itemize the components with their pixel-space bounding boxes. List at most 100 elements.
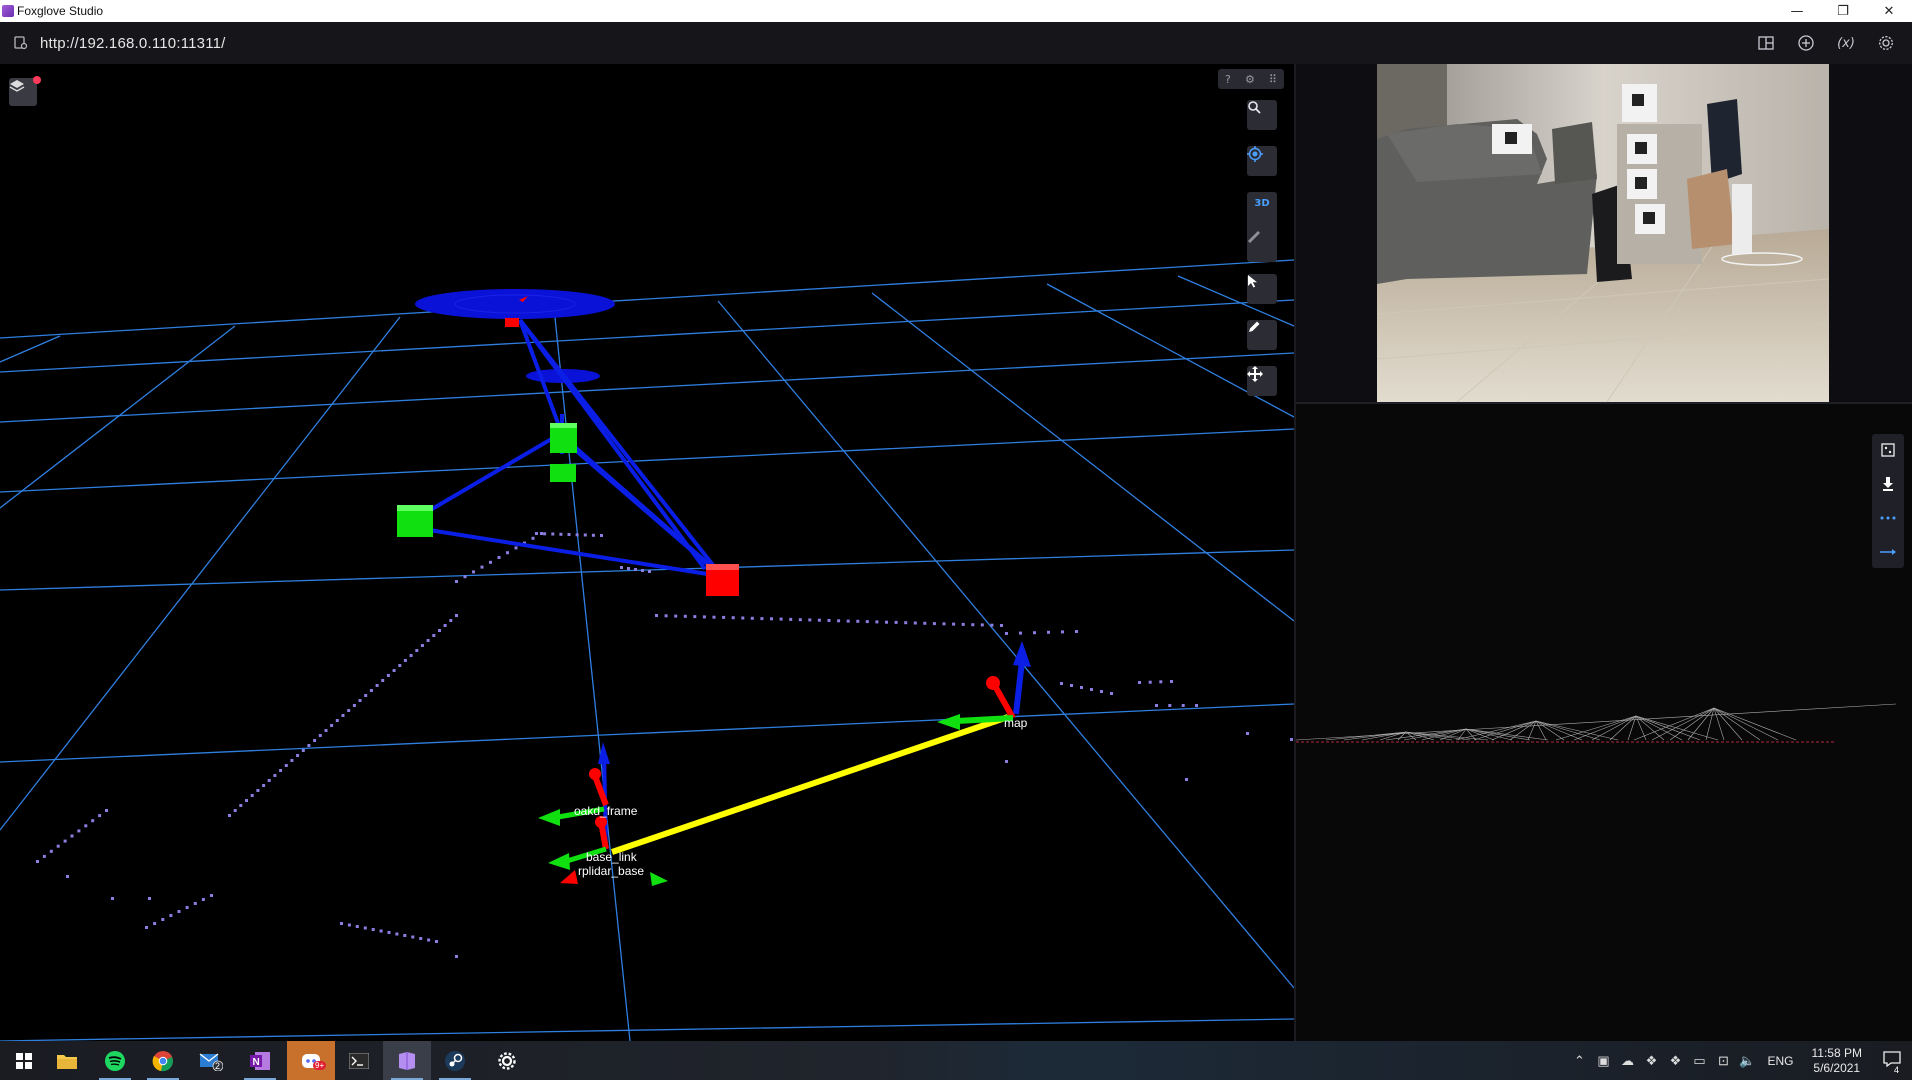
help-icon[interactable]: ?	[1225, 73, 1231, 86]
3d-scene[interactable]	[0, 64, 1294, 1041]
lidar-point	[770, 617, 773, 621]
discord-icon[interactable]: 9+	[287, 1041, 335, 1080]
connection-url[interactable]: http://192.168.0.110:11311/	[40, 35, 226, 52]
onedrive-icon[interactable]: ☁	[1616, 1053, 1640, 1069]
windows-taskbar: 2 N 9+ ⌃ ▣ ☁ ❖ ❖ ▭ ⊡ 🔈 ENG 11:58 PM 5/6/…	[0, 1041, 1912, 1080]
lidar-point	[301, 749, 305, 752]
lidar-point	[111, 897, 114, 900]
lidar-point	[153, 922, 157, 925]
lidar-point	[233, 809, 237, 812]
lidar-point	[627, 567, 630, 570]
arrow-icon[interactable]	[1872, 536, 1904, 568]
dots-icon[interactable]	[1872, 502, 1904, 534]
restore-button[interactable]: ❐	[1820, 0, 1866, 22]
settings-icon[interactable]	[483, 1041, 531, 1080]
close-button[interactable]: ✕	[1866, 0, 1912, 22]
lidar-point	[426, 639, 430, 642]
steam-icon[interactable]	[431, 1041, 479, 1080]
scan-line	[1535, 720, 1565, 741]
lidar-point	[432, 634, 436, 637]
clock[interactable]: 11:58 PM 5/6/2021	[1812, 1046, 1862, 1076]
lidar-point	[514, 546, 518, 550]
lidar-point	[387, 931, 391, 934]
lidar-point	[201, 898, 205, 901]
drag-handle-icon[interactable]: ⠿	[1269, 73, 1277, 86]
lidar-point	[1100, 690, 1103, 693]
mail-badge: 2	[215, 1061, 221, 1071]
toggle-3d-button[interactable]: 3D	[1247, 198, 1277, 209]
lidar-point	[435, 940, 438, 943]
lidar-point	[1170, 680, 1173, 683]
scan-line	[1573, 715, 1637, 741]
lidar-point	[472, 570, 475, 574]
scan-line	[1535, 720, 1547, 741]
landmark-cube-2	[550, 464, 576, 482]
pan-tool-button[interactable]	[1247, 366, 1277, 396]
lidar-point	[1080, 686, 1083, 689]
plot-toolbar	[1872, 434, 1904, 568]
lidar-point	[551, 532, 555, 536]
layout-icon[interactable]	[1746, 22, 1786, 64]
lidar-point	[535, 532, 538, 535]
scan-line	[1535, 720, 1619, 741]
lidar-point	[340, 922, 343, 925]
lidar-point	[634, 568, 637, 571]
lidar-point	[419, 937, 423, 940]
add-panel-icon[interactable]	[1786, 22, 1826, 64]
settings-gear-icon[interactable]	[1866, 22, 1906, 64]
lidar-point	[559, 532, 563, 536]
dropbox-icon-2[interactable]: ❖	[1664, 1053, 1688, 1069]
volume-icon[interactable]: 🔈	[1736, 1053, 1760, 1069]
lidar-point	[808, 618, 812, 622]
lidar-point	[392, 669, 396, 672]
windows-start-icon[interactable]	[0, 1041, 48, 1080]
foxglove-icon[interactable]	[383, 1041, 431, 1080]
lidar-point	[817, 618, 821, 622]
lidar-point	[712, 615, 716, 619]
lidar-point	[455, 955, 458, 958]
dropbox-icon[interactable]: ❖	[1640, 1053, 1664, 1069]
network-icon[interactable]: ⊡	[1712, 1053, 1736, 1069]
pointcloud-panel[interactable]	[1295, 404, 1912, 1041]
3d-panel[interactable]: map oakd_frame base_link rplidar_base ? …	[0, 64, 1294, 1041]
select-tool-button[interactable]	[1247, 274, 1277, 304]
lidar-point	[674, 614, 678, 618]
lidar-point	[1005, 632, 1008, 635]
file-explorer-icon[interactable]	[43, 1041, 91, 1080]
chevron-up-icon[interactable]: ⌃	[1568, 1053, 1592, 1069]
lidar-point	[36, 860, 39, 863]
lidar-point	[1019, 631, 1022, 635]
search-button[interactable]	[1247, 100, 1277, 130]
lidar-point	[760, 617, 764, 621]
lidar-point	[1060, 682, 1063, 685]
tray-app-icon[interactable]: ▣	[1592, 1053, 1616, 1069]
lidar-point	[961, 622, 965, 626]
language-indicator[interactable]: ENG	[1768, 1054, 1794, 1068]
fit-icon[interactable]	[1872, 434, 1904, 466]
connection-bar: http://192.168.0.110:11311/ (x)	[0, 22, 1912, 64]
follow-target-button[interactable]	[1247, 146, 1277, 176]
lidar-point	[600, 534, 603, 537]
lidar-point	[913, 621, 917, 625]
lidar-point	[567, 533, 571, 536]
scan-line	[1635, 715, 1701, 741]
connection-icon[interactable]	[14, 36, 28, 50]
image-panel[interactable]	[1296, 64, 1912, 402]
lidar-point	[506, 551, 509, 555]
lidar-point	[980, 623, 984, 627]
lidar-point	[177, 910, 181, 913]
panel-settings-icon[interactable]: ⚙	[1245, 73, 1255, 86]
draw-tool-button[interactable]	[1247, 320, 1277, 350]
terminal-icon[interactable]	[335, 1041, 383, 1080]
lidar-point	[750, 616, 754, 620]
notifications-icon[interactable]: 4	[1872, 1051, 1912, 1075]
chrome-icon[interactable]	[139, 1041, 187, 1080]
lidar-point	[741, 616, 745, 620]
minimize-button[interactable]: —	[1774, 0, 1820, 22]
variables-icon[interactable]: (x)	[1826, 22, 1866, 64]
battery-icon[interactable]: ▭	[1688, 1053, 1712, 1069]
onenote-icon[interactable]: N	[236, 1041, 284, 1080]
download-icon[interactable]	[1872, 468, 1904, 500]
spotify-icon[interactable]	[91, 1041, 139, 1080]
mail-icon[interactable]: 2	[187, 1041, 235, 1080]
